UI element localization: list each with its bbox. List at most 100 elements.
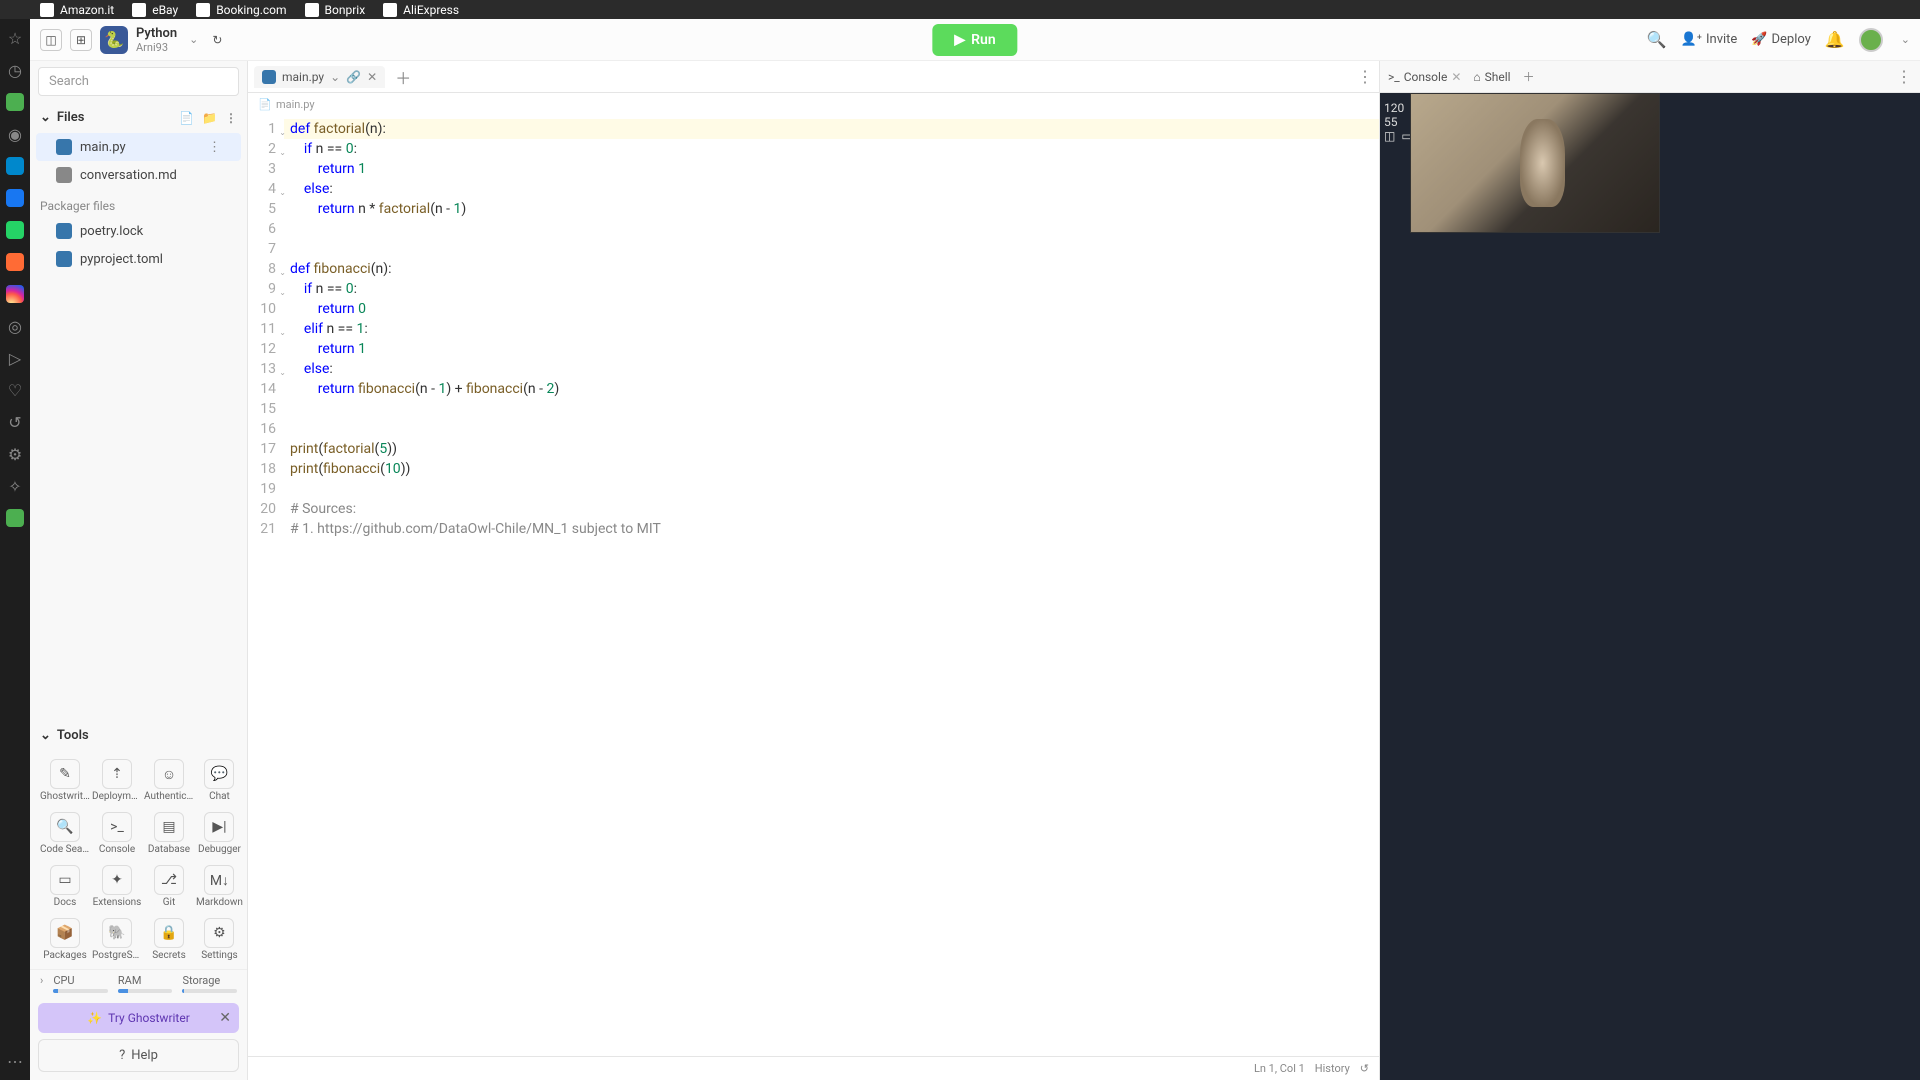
help-button[interactable]: ? Help [38,1039,239,1072]
tool-debugger[interactable]: ▶|Debugger [196,808,243,859]
tool-authenticat-[interactable]: ☺Authenticat… [144,755,194,806]
code-line[interactable]: 3 return 1 [248,159,1379,179]
compass-icon[interactable]: ◎ [6,317,24,335]
file-item-main-py[interactable]: main.py ⋮ [36,133,241,161]
telegram-icon[interactable] [6,157,24,175]
bell-icon[interactable]: 🔔 [1825,30,1845,49]
shell-tab[interactable]: ⌂Shell [1473,70,1510,84]
chevron-down-icon[interactable]: ⌄ [330,70,340,84]
more-icon[interactable]: ⋮ [1896,67,1912,86]
code-line[interactable]: 2⌄ if n == 0: [248,139,1379,159]
avatar-icon[interactable] [6,509,24,527]
code-line[interactable]: 21# 1. https://github.com/DataOwl-Chile/… [248,519,1379,539]
code-line[interactable]: 9⌄ if n == 0: [248,279,1379,299]
new-file-icon[interactable]: 📄 [179,111,194,125]
tool-markdown[interactable]: M↓Markdown [196,861,243,912]
chevron-right-icon[interactable]: › [40,974,43,993]
tool-ghostwriter[interactable]: ✎Ghostwriter [40,755,90,806]
search-input[interactable]: Search [38,67,239,96]
webcam-overlay[interactable] [1410,93,1660,233]
heart-icon[interactable]: ♡ [6,381,24,399]
play-icon[interactable]: ▷ [6,349,24,367]
more-icon[interactable]: ⋮ [208,140,221,155]
tool-chat[interactable]: 💬Chat [196,755,243,806]
deploy-button[interactable]: 🚀Deploy [1751,32,1811,47]
code-line[interactable]: 7 [248,239,1379,259]
code-line[interactable]: 5 return n * factorial(n - 1) [248,199,1379,219]
console-output[interactable]: 120 55 ◫ ▭ [1380,93,1920,1080]
more-icon[interactable]: ⋮ [1357,67,1373,86]
instagram-icon[interactable] [6,285,24,303]
tool-console[interactable]: >_Console [92,808,142,859]
code-line[interactable]: 12 return 1 [248,339,1379,359]
layout-icon[interactable]: ⊞ [70,29,92,51]
browser-tab[interactable]: Amazon.it [40,3,114,17]
more-icon[interactable]: ⋮ [225,111,237,125]
layout-icon[interactable]: ◫ [1384,129,1395,143]
close-icon[interactable]: ✕ [219,1010,231,1026]
chevron-down-icon[interactable]: ⌄ [189,33,198,46]
file-item-poetry-lock[interactable]: poetry.lock [36,217,241,245]
code-line[interactable]: 17print(factorial(5)) [248,439,1379,459]
new-folder-icon[interactable]: 📁 [202,111,217,125]
code-line[interactable]: 8⌄def fibonacci(n): [248,259,1379,279]
tool-database[interactable]: ▤Database [144,808,194,859]
history-icon[interactable]: ↺ [1360,1062,1369,1075]
tool-docs[interactable]: ▭Docs [40,861,90,912]
code-line[interactable]: 15 [248,399,1379,419]
close-icon[interactable]: ✕ [1451,70,1461,84]
tools-header[interactable]: ⌄ Tools [30,720,247,751]
browser-tab[interactable]: AliExpress [383,3,459,17]
code-line[interactable]: 18print(fibonacci(10)) [248,459,1379,479]
whatsapp-icon[interactable] [6,221,24,239]
link-icon[interactable]: 🔗 [346,70,361,84]
code-line[interactable]: 11⌄ elif n == 1: [248,319,1379,339]
clock-icon[interactable]: ◷ [6,61,24,79]
app-icon[interactable] [6,93,24,111]
tool-code-search[interactable]: 🔍Code Search [40,808,90,859]
code-line[interactable]: 4⌄ else: [248,179,1379,199]
new-tab-button[interactable]: ＋ [389,65,417,89]
close-icon[interactable]: ✕ [367,70,377,84]
settings-icon[interactable]: ⚙ [6,445,24,463]
chevron-down-icon[interactable]: ⌄ [1901,33,1910,46]
browser-tab[interactable]: Booking.com [196,3,286,17]
messenger-icon[interactable] [6,189,24,207]
run-button[interactable]: ▶ Run [932,24,1017,56]
star-icon[interactable]: ☆ [6,29,24,47]
code-editor[interactable]: 1⌄def factorial(n):2⌄ if n == 0:3 return… [248,115,1379,1056]
code-line[interactable]: 20# Sources: [248,499,1379,519]
code-line[interactable]: 16 [248,419,1379,439]
sparkle-icon[interactable]: ✧ [6,477,24,495]
panel-toggle-icon[interactable]: ◫ [40,29,62,51]
code-line[interactable]: 19 [248,479,1379,499]
code-line[interactable]: 6 [248,219,1379,239]
more-icon[interactable]: ⋯ [6,1052,24,1070]
editor-tab-main-py[interactable]: main.py ⌄ 🔗 ✕ [254,66,385,88]
code-line[interactable]: 13⌄ else: [248,359,1379,379]
tool-secrets[interactable]: 🔒Secrets [144,914,194,965]
tool-extensions[interactable]: ✦Extensions [92,861,142,912]
search-icon[interactable]: 🔍 [1647,30,1667,49]
globe-icon[interactable]: ◉ [6,125,24,143]
code-line[interactable]: 14 return fibonacci(n - 1) + fibonacci(n… [248,379,1379,399]
tool-packages[interactable]: 📦Packages [40,914,90,965]
tool-deployments[interactable]: ⇡Deployments [92,755,142,806]
code-line[interactable]: 10 return 0 [248,299,1379,319]
invite-button[interactable]: 👤⁺Invite [1681,32,1738,47]
console-tab[interactable]: >_Console✕ [1388,70,1461,84]
history-button[interactable]: History [1315,1062,1350,1075]
app-icon[interactable] [6,253,24,271]
tool-settings[interactable]: ⚙Settings [196,914,243,965]
sync-icon[interactable]: ↻ [206,29,228,51]
browser-tab[interactable]: Bonprix [305,3,366,17]
files-header[interactable]: ⌄ Files 📄 📁 ⋮ [30,102,247,133]
history-icon[interactable]: ↺ [6,413,24,431]
file-item-pyproject-toml[interactable]: pyproject.toml [36,245,241,273]
ghostwriter-promo[interactable]: ✨ Try Ghostwriter ✕ [38,1003,239,1033]
tool-postgresql[interactable]: 🐘PostgreSQL [92,914,142,965]
file-item-conversation-md[interactable]: conversation.md [36,161,241,189]
tool-git[interactable]: ⎇Git [144,861,194,912]
new-tab-button[interactable]: ＋ [1523,68,1535,85]
browser-tab[interactable]: eBay [132,3,178,17]
